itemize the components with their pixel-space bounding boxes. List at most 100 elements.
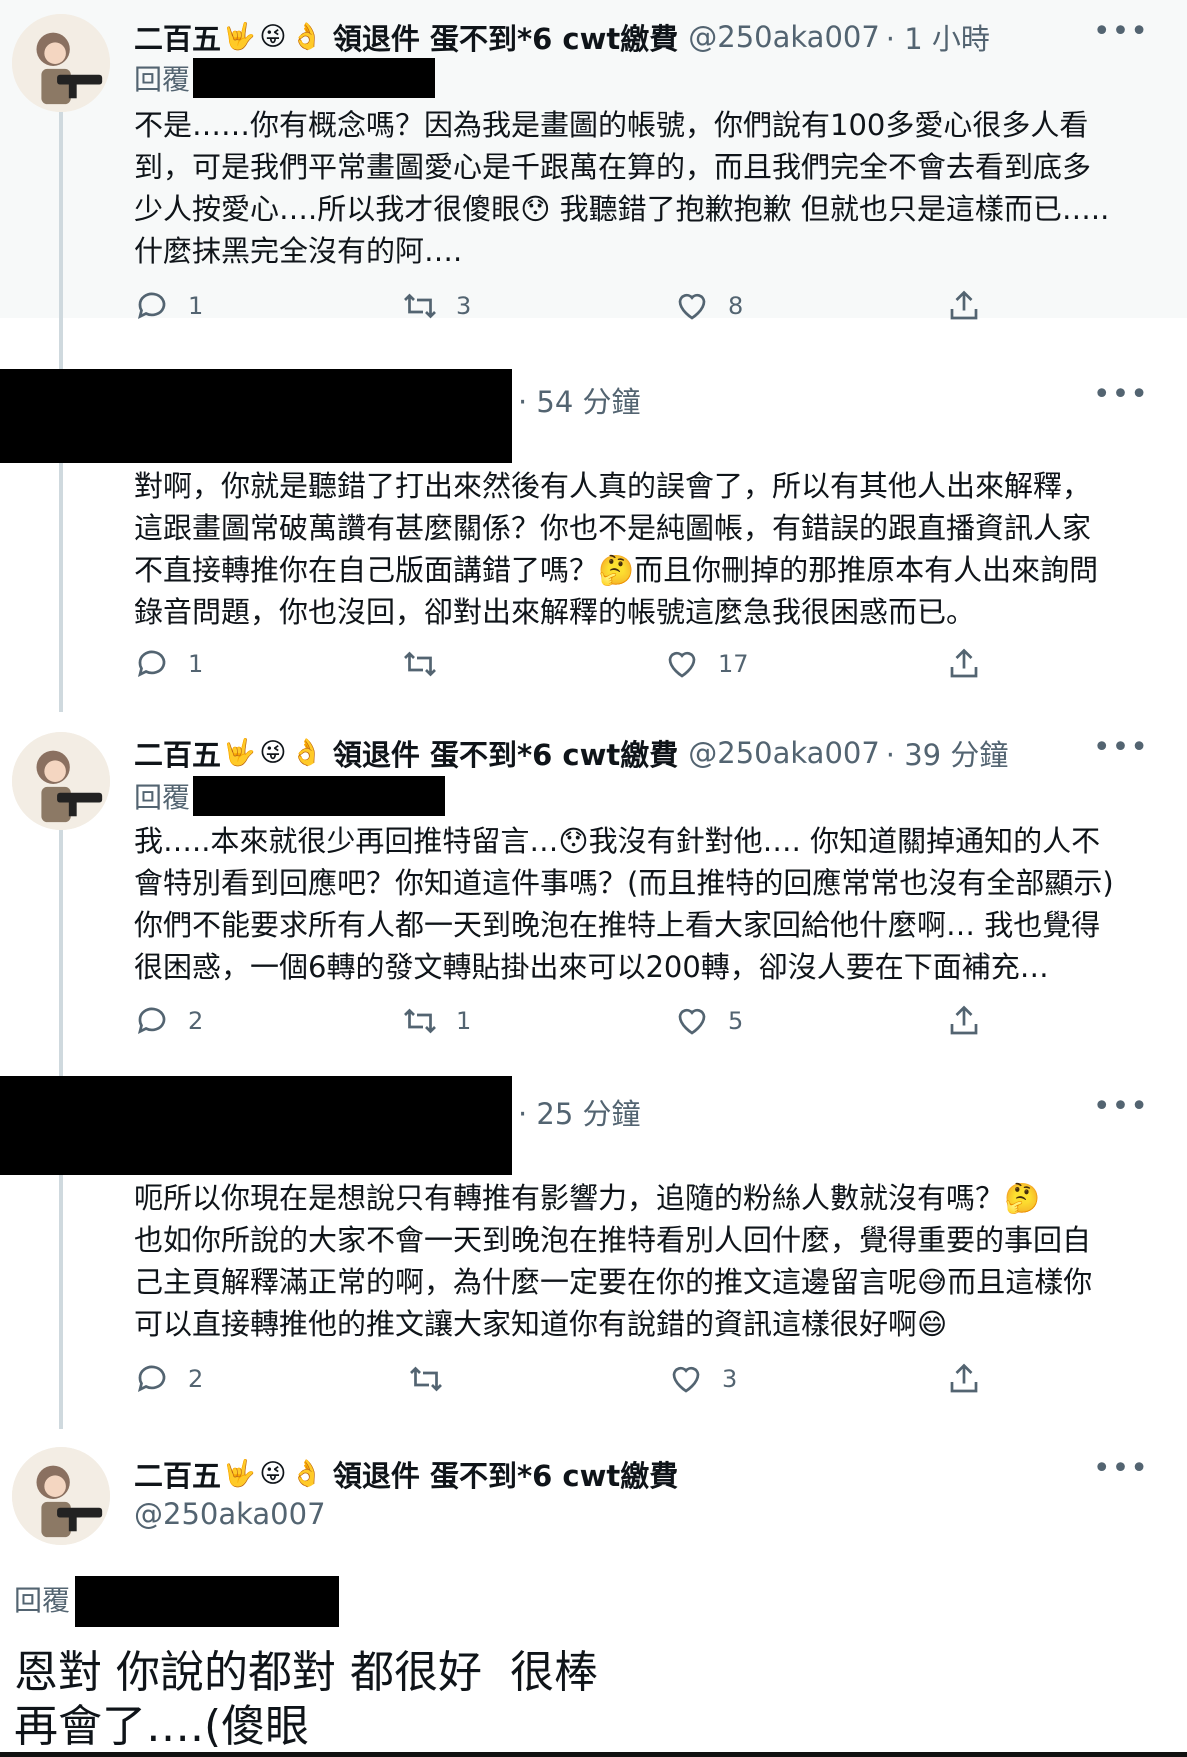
- user-handle[interactable]: @250aka007: [134, 1497, 326, 1531]
- bottom-border: [0, 1752, 1187, 1757]
- tweet-header: · 25 分鐘: [518, 1091, 641, 1133]
- tweet-actions: 1 3 8: [0, 288, 1187, 332]
- tweet-text-line-1: 恩對 你說的都對 都很好 很棒: [14, 1647, 598, 1698]
- share-button[interactable]: [946, 1361, 1000, 1397]
- redacted-author: [0, 369, 512, 463]
- emoji-wink-icon: 😜: [259, 1459, 287, 1489]
- retweet-count: 1: [456, 1007, 472, 1035]
- tweet-5-focused[interactable]: 二百五 🤟 😜 👌 領退件 蛋不到*6 cwt繳費 @250aka007 •••…: [0, 1429, 1187, 1757]
- display-name-suffix[interactable]: 領退件 蛋不到*6 cwt繳費: [333, 1453, 678, 1495]
- reply-count: 1: [188, 292, 204, 320]
- share-icon: [950, 648, 978, 678]
- like-count: 5: [728, 1007, 744, 1035]
- retweet-icon: [404, 293, 436, 319]
- tweet-text: 我…..本來就很少再回推特留言…😯我沒有針對他…. 你知道關掉通知的人不 會特別…: [134, 824, 1114, 984]
- reply-count: 2: [188, 1007, 204, 1035]
- retweet-button[interactable]: [408, 1361, 462, 1397]
- tweet-text: 對啊，你就是聽錯了打出來然後有人真的誤會了，所以有其他人出來解釋， 這跟畫圖常破…: [134, 469, 1099, 629]
- redacted-username: [193, 58, 435, 98]
- share-button[interactable]: [946, 288, 1000, 324]
- like-button[interactable]: 17: [664, 646, 749, 682]
- share-icon: [950, 1363, 978, 1393]
- tweet-2[interactable]: · 54 分鐘 ••• 對啊，你就是聽錯了打出來然後有人真的誤會了，所以有其他人…: [0, 318, 1187, 712]
- like-button[interactable]: 3: [668, 1361, 737, 1397]
- retweet-button[interactable]: [402, 646, 456, 682]
- redacted-username: [193, 776, 445, 816]
- timestamp[interactable]: · 1 小時: [886, 16, 990, 58]
- like-button[interactable]: 8: [674, 288, 743, 324]
- tweet-1[interactable]: 二百五 🤟 😜 👌 領退件 蛋不到*6 cwt繳費 @250aka007 · 1…: [0, 0, 1187, 320]
- retweet-button[interactable]: 1: [402, 1003, 471, 1039]
- reply-icon: [137, 1365, 166, 1393]
- more-icon[interactable]: •••: [1093, 1451, 1149, 1486]
- display-name[interactable]: 二百五: [134, 732, 221, 774]
- thread-line: [59, 110, 63, 318]
- tweet-header: 二百五 🤟 😜 👌 領退件 蛋不到*6 cwt繳費 @250aka007 · 1…: [134, 16, 990, 58]
- user-handle[interactable]: @250aka007: [688, 736, 880, 770]
- emoji-ok-hand-icon: 👌: [290, 22, 323, 52]
- emoji-wink-icon: 😜: [259, 738, 287, 768]
- retweet-button[interactable]: 3: [402, 288, 471, 324]
- replying-to-label: 回覆: [134, 781, 191, 814]
- redacted-username: [75, 1576, 339, 1627]
- reply-button[interactable]: 1: [134, 288, 203, 324]
- display-name-suffix[interactable]: 領退件 蛋不到*6 cwt繳費: [333, 732, 678, 774]
- retweet-count: 3: [456, 292, 472, 320]
- like-button[interactable]: 5: [674, 1003, 743, 1039]
- display-name[interactable]: 二百五: [134, 1453, 221, 1495]
- tweet-text: 不是……你有概念嗎？因為我是畫圖的帳號，你們說有100多愛心很多人看 到，可是我…: [134, 108, 1110, 268]
- reply-icon: [137, 650, 166, 678]
- timestamp[interactable]: · 54 分鐘: [518, 379, 641, 421]
- display-name[interactable]: 二百五: [134, 16, 221, 58]
- like-icon: [668, 651, 696, 678]
- retweet-icon: [410, 1366, 442, 1392]
- emoji-rock-icon: 🤟: [223, 22, 256, 52]
- more-icon[interactable]: •••: [1093, 730, 1149, 765]
- like-icon: [678, 1008, 706, 1035]
- tweet-text-line-2: 再會了….(傻眼: [14, 1701, 310, 1752]
- like-count: 17: [718, 650, 749, 678]
- more-icon[interactable]: •••: [1093, 14, 1149, 49]
- more-icon[interactable]: •••: [1093, 377, 1149, 412]
- share-button[interactable]: [946, 1003, 1000, 1039]
- redacted-author: [0, 1076, 512, 1175]
- avatar[interactable]: [12, 732, 110, 830]
- avatar[interactable]: [12, 1447, 110, 1545]
- tweet-header: 二百五 🤟 😜 👌 領退件 蛋不到*6 cwt繳費 @250aka007 · 3…: [134, 732, 1008, 774]
- emoji-ok-hand-icon: 👌: [290, 738, 323, 768]
- share-icon: [950, 290, 978, 320]
- display-name-suffix[interactable]: 領退件 蛋不到*6 cwt繳費: [333, 16, 678, 58]
- retweet-icon: [404, 651, 436, 677]
- tweet-header: · 54 分鐘: [518, 379, 641, 421]
- retweet-icon: [404, 1008, 436, 1034]
- replying-to-label: 回覆: [134, 63, 191, 96]
- timestamp[interactable]: · 25 分鐘: [518, 1091, 641, 1133]
- user-handle[interactable]: @250aka007: [688, 20, 880, 54]
- reply-icon: [137, 1007, 166, 1035]
- share-icon: [950, 1005, 978, 1035]
- reply-button[interactable]: 2: [134, 1361, 203, 1397]
- like-count: 3: [722, 1365, 738, 1393]
- reply-icon: [137, 292, 166, 320]
- reply-count: 2: [188, 1365, 204, 1393]
- like-icon: [672, 1366, 700, 1393]
- tweet-4[interactable]: · 25 分鐘 ••• 呃所以你現在是想說只有轉推有影響力，追隨的粉絲人數就沒有…: [0, 1069, 1187, 1429]
- tweet-actions: 2 1 5: [0, 1003, 1187, 1047]
- emoji-wink-icon: 😜: [259, 22, 287, 52]
- avatar[interactable]: [12, 14, 110, 112]
- like-count: 8: [728, 292, 744, 320]
- tweet-header: 二百五 🤟 😜 👌 領退件 蛋不到*6 cwt繳費: [134, 1453, 678, 1495]
- tweet-actions: 1 17: [0, 646, 1187, 690]
- more-icon[interactable]: •••: [1093, 1089, 1149, 1124]
- emoji-rock-icon: 🤟: [223, 738, 256, 768]
- timestamp[interactable]: · 39 分鐘: [886, 732, 1009, 774]
- tweet-3[interactable]: 二百五 🤟 😜 👌 領退件 蛋不到*6 cwt繳費 @250aka007 · 3…: [0, 712, 1187, 1069]
- tweet-text: 呃所以你現在是想說只有轉推有影響力，追隨的粉絲人數就沒有嗎？🤔 也如你所說的大家…: [134, 1181, 1093, 1341]
- reply-button[interactable]: 2: [134, 1003, 203, 1039]
- tweet-actions: 2 3: [0, 1361, 1187, 1405]
- reply-button[interactable]: 1: [134, 646, 203, 682]
- reply-count: 1: [188, 650, 204, 678]
- share-button[interactable]: [946, 646, 1000, 682]
- emoji-rock-icon: 🤟: [223, 1459, 256, 1489]
- like-icon: [678, 293, 706, 320]
